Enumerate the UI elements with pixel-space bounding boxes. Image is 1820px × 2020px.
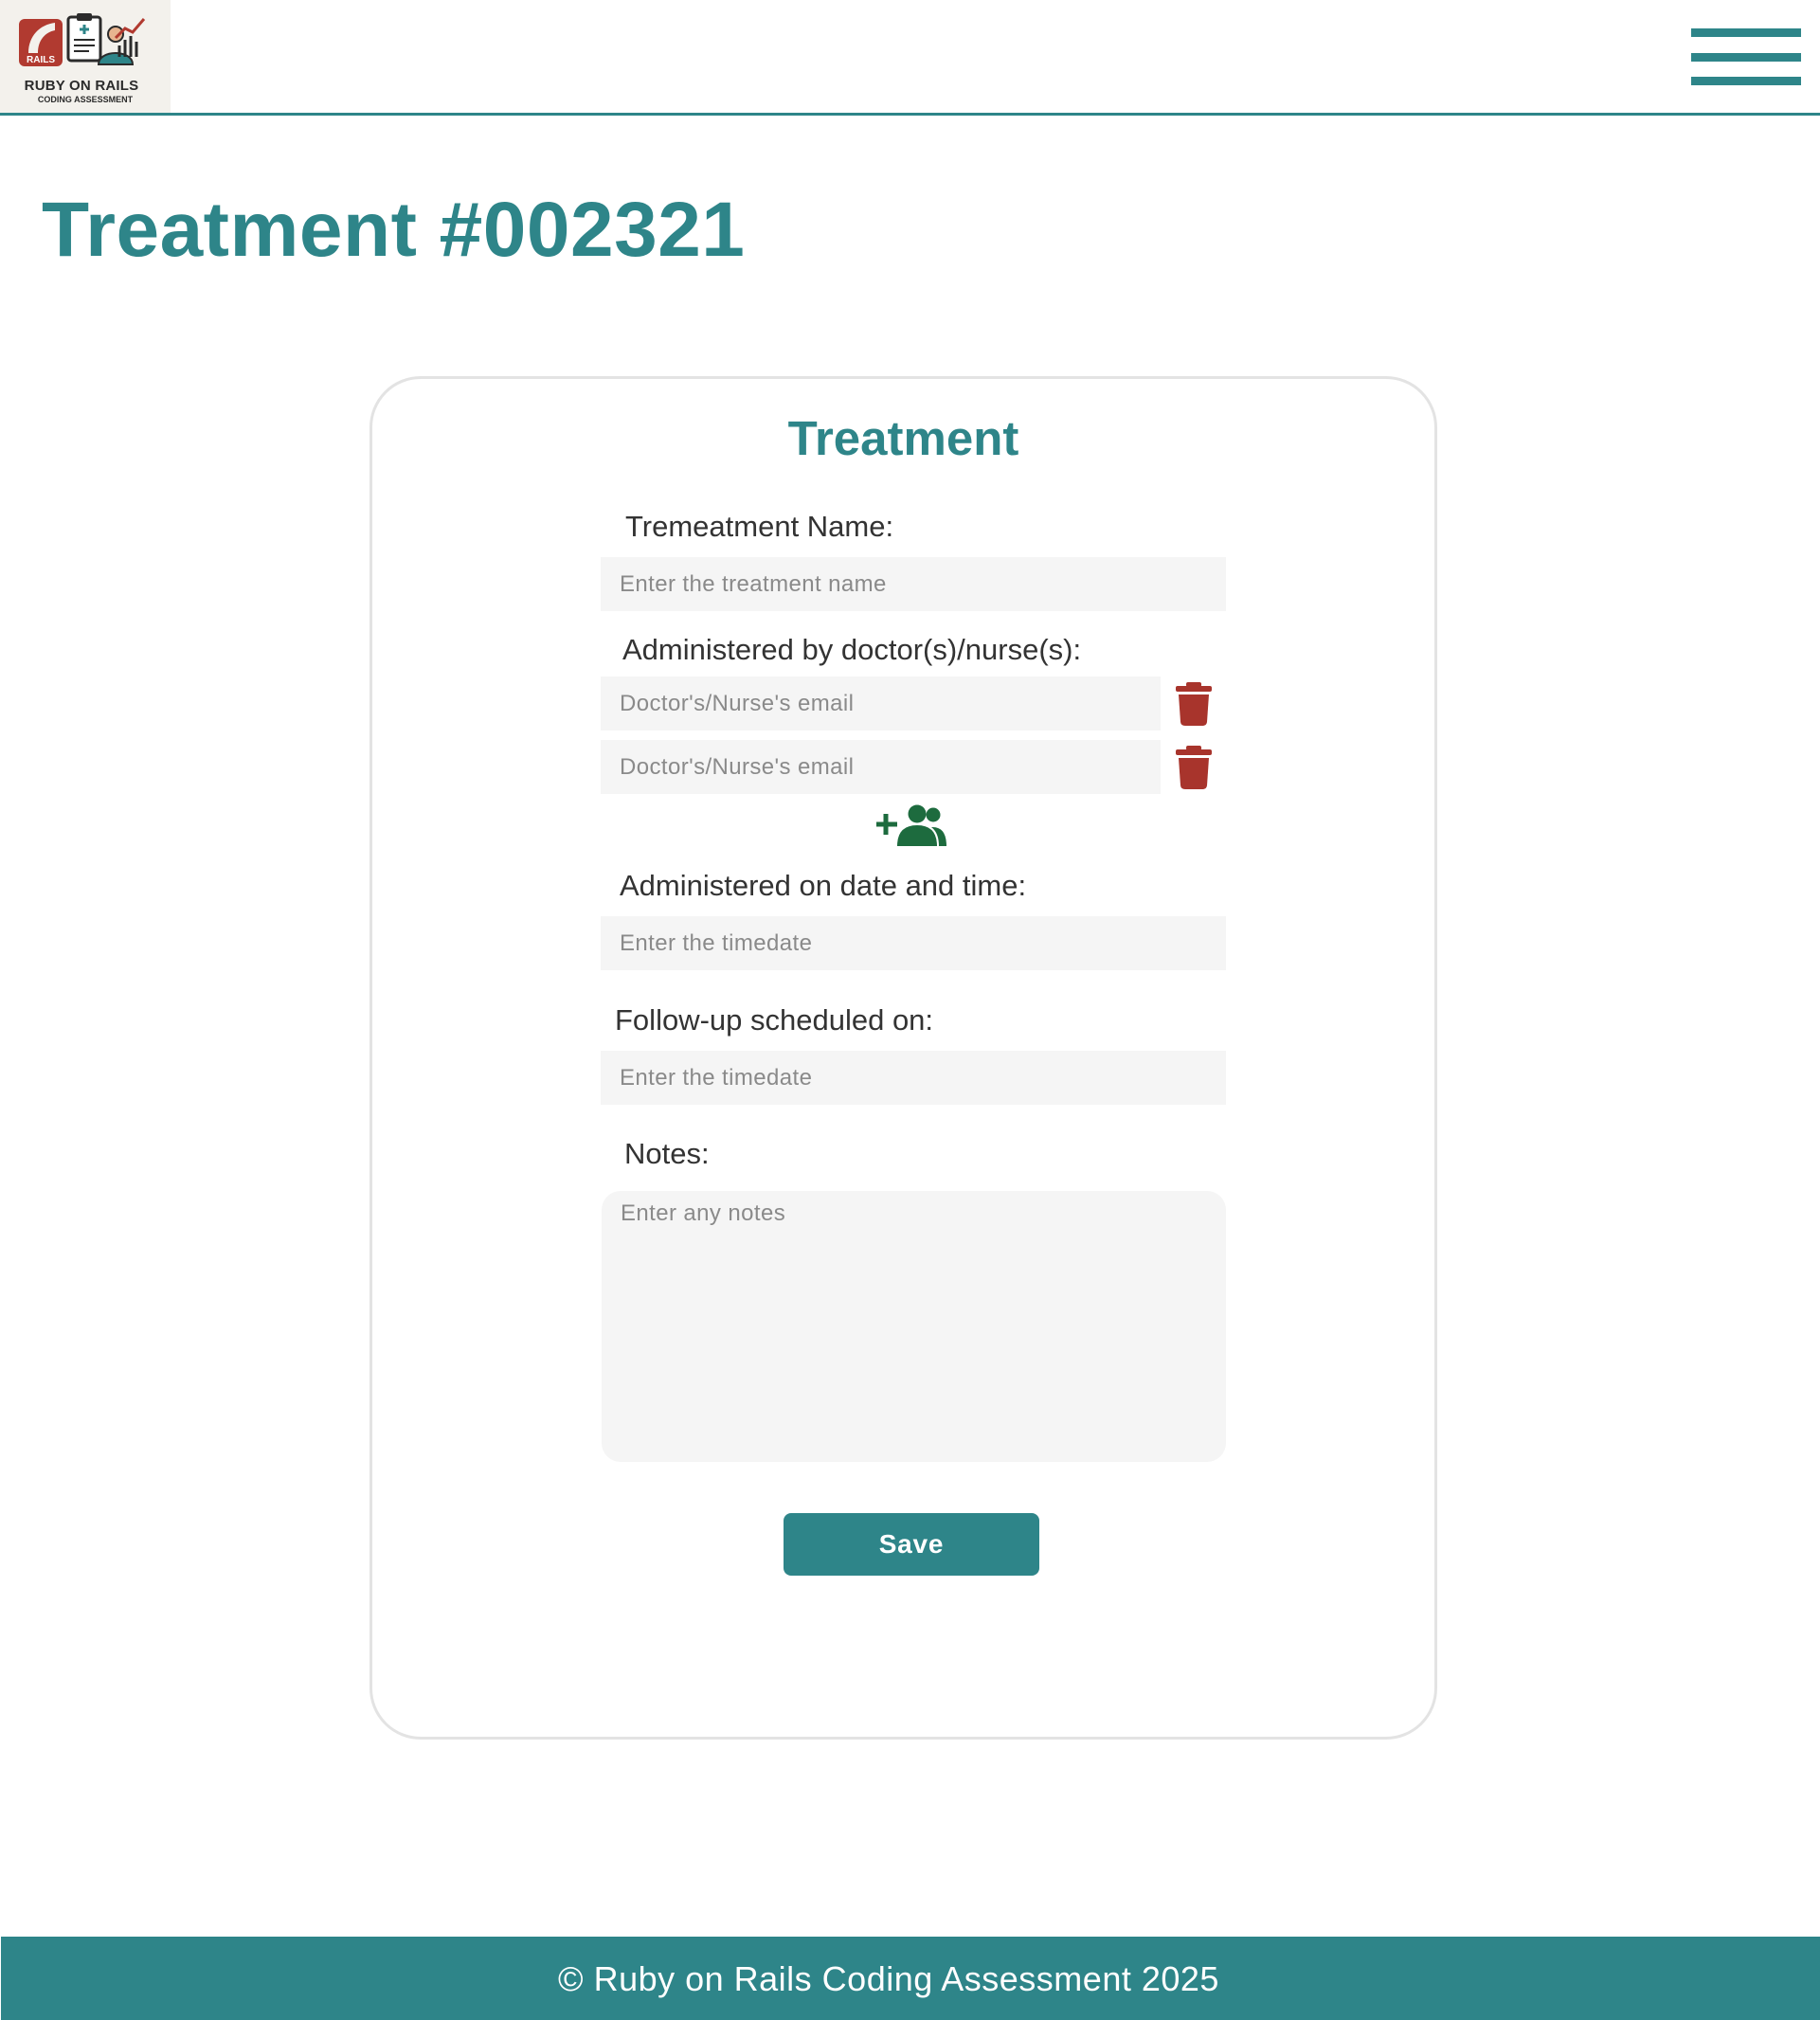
hamburger-menu-icon[interactable]	[1691, 28, 1803, 87]
logo-subtitle: CODING ASSESSMENT	[37, 95, 134, 104]
page-footer: © Ruby on Rails Coding Assessment 2025	[1, 1937, 1820, 2020]
administered-on-input[interactable]	[601, 916, 1226, 970]
top-header: RAILS RUBY ON RAILS CODING ASSESSMENT	[0, 0, 1820, 116]
add-users-icon[interactable]	[876, 804, 946, 846]
app-logo[interactable]: RAILS RUBY ON RAILS CODING ASSESSMENT	[0, 0, 171, 113]
save-button[interactable]: Save	[784, 1513, 1039, 1576]
followup-input[interactable]	[601, 1051, 1226, 1105]
notes-label: Notes:	[624, 1137, 710, 1170]
staff-email-input[interactable]	[601, 676, 1161, 730]
treatment-name-label: Tremeatment Name:	[625, 510, 894, 543]
trash-icon[interactable]	[1176, 682, 1212, 726]
form-title: Treatment	[787, 411, 1019, 465]
svg-text:RAILS: RAILS	[27, 55, 55, 65]
staff-email-input[interactable]	[601, 740, 1161, 794]
logo-graphic: RAILS	[19, 13, 146, 66]
logo-title: RUBY ON RAILS	[24, 78, 139, 94]
followup-label: Follow-up scheduled on:	[615, 1003, 934, 1037]
administered-on-label: Administered on date and time:	[620, 869, 1027, 902]
administered-by-label: Administered by doctor(s)/nurse(s):	[622, 633, 1082, 666]
footer-copyright: © Ruby on Rails Coding Assessment 2025	[558, 1959, 1219, 1998]
notes-textarea[interactable]	[602, 1191, 1226, 1462]
trash-icon[interactable]	[1176, 746, 1212, 789]
treatment-form-card: Treatment Tremeatment Name: Administered…	[369, 376, 1437, 1740]
page-title: Treatment #002321	[42, 187, 746, 273]
treatment-name-input[interactable]	[601, 557, 1226, 611]
